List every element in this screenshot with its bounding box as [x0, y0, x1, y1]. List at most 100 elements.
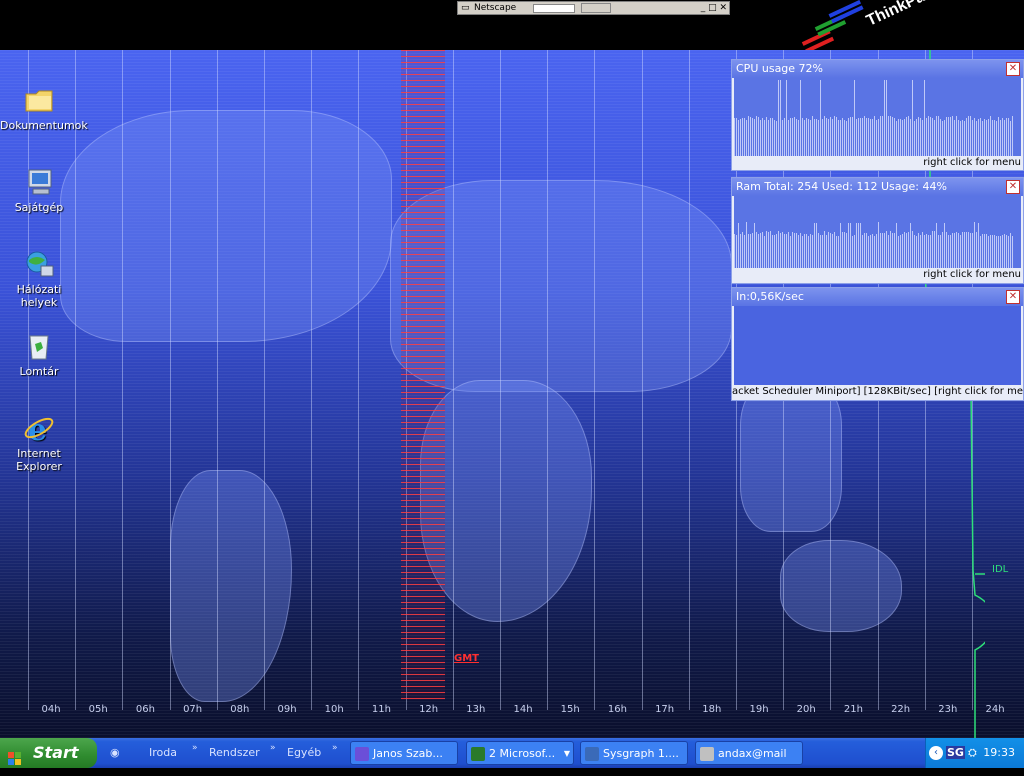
graph-bar: [826, 235, 827, 268]
graph-bar: [816, 223, 817, 268]
recycle-bin-icon: [23, 330, 55, 362]
graph-bar: [734, 117, 735, 156]
graph-bar: [930, 234, 931, 268]
desktop-icon-label: Sajátgép: [14, 201, 64, 214]
taskbar-button-janos[interactable]: Janos Szab...: [350, 741, 458, 765]
quicklaunch-iroda[interactable]: Iroda: [149, 738, 177, 768]
desktop-icon-dokumentumok[interactable]: Dokumentumok: [0, 84, 88, 132]
desktop-icon-halozati-helyek[interactable]: Hálózati helyek: [0, 248, 78, 309]
taskbar-button-microsoft[interactable]: 2 Microsof... ▼: [466, 741, 574, 765]
graph-bar: [970, 115, 971, 156]
graph-bar: [768, 231, 769, 268]
graph-bar: [882, 115, 883, 156]
network-monitor-footer[interactable]: acket Scheduler Miniport] [128KBit/sec] …: [732, 385, 1023, 398]
graph-bar: [1002, 235, 1003, 268]
graph-bar: [878, 222, 879, 268]
app-icon: [471, 747, 485, 761]
graph-bar: [766, 116, 767, 156]
graph-bar: [828, 232, 829, 268]
graph-bar: [736, 235, 737, 268]
graph-bar: [744, 234, 745, 268]
graph-bar: [830, 232, 831, 268]
quicklaunch-rendszer[interactable]: Rendszer: [209, 738, 260, 768]
graph-bar: [874, 236, 875, 268]
cpu-graph[interactable]: [734, 78, 1021, 156]
internet-explorer-icon: e: [23, 412, 55, 448]
graph-bar: [836, 116, 837, 156]
ram-monitor-title: Ram Total: 254 Used: 112 Usage: 44% ✕: [732, 178, 1023, 196]
cpu-monitor-footer[interactable]: right click for menu: [732, 156, 1023, 169]
start-button[interactable]: Start: [0, 738, 97, 768]
graph-bar: [848, 222, 849, 268]
chevron-icon[interactable]: »: [270, 733, 276, 763]
graph-bar: [792, 231, 793, 268]
graph-bar: [998, 235, 999, 268]
graph-bar: [896, 222, 897, 268]
hour-label: 05h: [88, 704, 108, 715]
graph-bar: [736, 117, 737, 156]
desktop[interactable]: GMT IDL 04h 05h 06h 07h 08h 09h 10h 11h 12h 13h 14…: [0, 50, 1024, 738]
graph-bar: [918, 117, 919, 156]
graph-bar: [980, 236, 981, 268]
graph-bar: [754, 222, 755, 268]
graph-bar: [804, 119, 805, 156]
graph-bar: [916, 235, 917, 268]
graph-bar: [950, 116, 951, 156]
graph-bar: [918, 232, 919, 268]
graph-bar: [974, 222, 975, 268]
graph-bar: [1000, 120, 1001, 156]
graph-bar: [828, 119, 829, 156]
quicklaunch-ie-icon[interactable]: ◉: [110, 738, 120, 768]
graph-bar: [894, 117, 895, 156]
map-australia: [780, 540, 902, 632]
hour-label: 04h: [41, 704, 61, 715]
ram-monitor-window[interactable]: Ram Total: 254 Used: 112 Usage: 44% ✕ ri…: [731, 177, 1024, 284]
graph-bar: [852, 117, 853, 156]
close-icon[interactable]: ✕: [1006, 62, 1020, 76]
graph-bar: [898, 118, 899, 156]
ram-graph[interactable]: [734, 196, 1021, 268]
graph-bar: [1010, 120, 1011, 156]
desktop-icon-lomtar[interactable]: Lomtár: [0, 330, 78, 378]
taskbar-button-andax[interactable]: andax@mail: [695, 741, 803, 765]
graph-bar: [1004, 233, 1005, 268]
chevron-icon[interactable]: »: [192, 733, 198, 763]
chevron-icon[interactable]: »: [332, 733, 338, 763]
hour-label: 12h: [419, 704, 439, 715]
taskbar-button-sysgraph[interactable]: Sysgraph 1....: [580, 741, 688, 765]
graph-bar: [858, 118, 859, 156]
graph-bar: [978, 119, 979, 156]
graph-bar: [946, 232, 947, 268]
sg-tray-icon[interactable]: SG: [946, 746, 965, 759]
cpu-monitor-window[interactable]: CPU usage 72% ✕ right click for menu: [731, 59, 1024, 171]
graph-bar: [832, 118, 833, 156]
graph-bar: [962, 231, 963, 268]
desktop-icon-internet-explorer[interactable]: e Internet Explorer: [0, 412, 78, 473]
network-monitor-window[interactable]: In:0,56K/sec ✕ acket Scheduler Miniport]…: [731, 287, 1024, 401]
network-graph[interactable]: [734, 306, 1021, 385]
clock[interactable]: 19:33: [983, 738, 1015, 768]
map-north-america: [60, 110, 392, 342]
network-tray-icon[interactable]: ⛭: [968, 746, 977, 760]
graph-bar: [740, 234, 741, 268]
graph-bar: [990, 234, 991, 268]
graph-bar: [784, 234, 785, 268]
ram-monitor-footer[interactable]: right click for menu: [732, 268, 1023, 281]
graph-bar: [766, 230, 767, 268]
graph-bar: [942, 231, 943, 268]
close-icon[interactable]: ✕: [1006, 180, 1020, 194]
chevron-left-icon[interactable]: ‹: [929, 746, 943, 760]
netscape-mini-window[interactable]: ▭ Netscape _ □ ✕: [457, 1, 730, 15]
netscape-window-controls[interactable]: _ □ ✕: [701, 2, 727, 14]
netscape-field[interactable]: [581, 3, 611, 13]
graph-bar: [880, 233, 881, 268]
quicklaunch-egyeb[interactable]: Egyéb: [287, 738, 321, 768]
graph-bar: [938, 234, 939, 268]
close-icon[interactable]: ✕: [1006, 290, 1020, 304]
desktop-icon-sajatgep[interactable]: Sajátgép: [0, 166, 78, 214]
graph-bar: [986, 119, 987, 156]
timezone-line: [500, 50, 501, 710]
graph-bar: [814, 222, 815, 268]
graph-bar: [800, 80, 801, 156]
graph-bar: [892, 232, 893, 268]
